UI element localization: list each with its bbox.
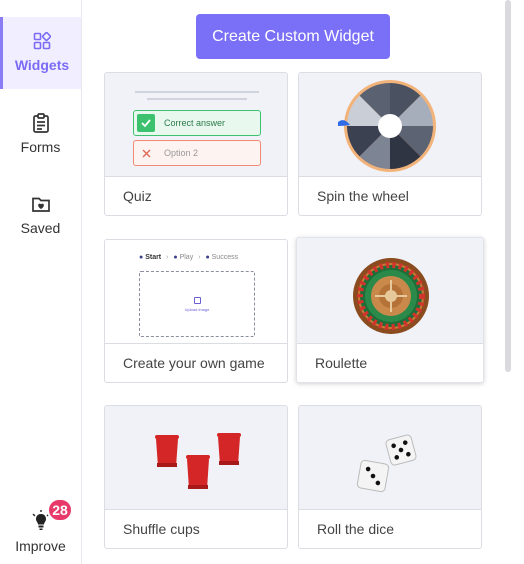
dice-icon xyxy=(356,434,417,493)
card-title: Roll the dice xyxy=(317,521,395,537)
wheel-icon xyxy=(338,80,436,172)
card-title: Shuffle cups xyxy=(123,521,200,537)
widget-card-roulette[interactable]: Roulette xyxy=(296,237,484,383)
widget-card-shuffle-cups[interactable]: Shuffle cups xyxy=(104,405,288,549)
roulette-wheel-icon xyxy=(353,258,429,334)
custom-game-preview: ● Start › ● Play › ● Success Upload imag… xyxy=(105,240,287,344)
cross-icon xyxy=(137,144,155,162)
sidebar-item-label: Forms xyxy=(20,139,61,155)
correct-answer-option: Correct answer xyxy=(133,110,261,136)
game-steps: ● Start › ● Play › ● Success xyxy=(139,254,239,261)
card-title: Roulette xyxy=(315,355,368,371)
card-title: Spin the wheel xyxy=(317,188,409,204)
spin-wheel-preview xyxy=(299,73,481,177)
clipboard-icon xyxy=(30,112,52,134)
sidebar-item-saved[interactable]: Saved xyxy=(0,193,81,236)
quiz-preview: Correct answer Option 2 xyxy=(105,73,287,177)
sidebar-item-label: Widgets xyxy=(14,57,70,73)
sidebar-item-forms[interactable]: Forms xyxy=(0,112,81,155)
checkmark-icon xyxy=(137,114,155,132)
improve-label: Improve xyxy=(15,538,66,554)
shuffle-cups-preview xyxy=(105,406,287,510)
scrollbar-thumb[interactable] xyxy=(505,0,511,372)
image-icon xyxy=(193,296,201,304)
upload-image-area: Upload image xyxy=(139,271,255,337)
widget-card-roll-the-dice[interactable]: Roll the dice xyxy=(298,405,482,549)
cups-icon xyxy=(155,433,241,489)
improve-button[interactable]: 28 Improve xyxy=(0,498,81,554)
card-title: Create your own game xyxy=(123,355,265,371)
sidebar-item-widgets[interactable]: Widgets xyxy=(0,17,81,89)
sidebar-item-label: Saved xyxy=(20,220,61,236)
widget-gallery: Create Custom Widget Correct answer Opti… xyxy=(83,0,504,564)
wrong-answer-option: Option 2 xyxy=(133,140,261,166)
card-title: Quiz xyxy=(123,188,152,204)
folder-heart-icon xyxy=(30,193,52,215)
sidebar: Widgets Forms Saved 28 Improve xyxy=(0,0,82,564)
create-custom-widget-button[interactable]: Create Custom Widget xyxy=(196,14,390,59)
roll-dice-preview xyxy=(299,406,481,510)
notification-badge: 28 xyxy=(47,498,73,522)
widgets-grid-icon xyxy=(31,30,53,52)
widget-card-spin-the-wheel[interactable]: Spin the wheel xyxy=(298,72,482,216)
widget-card-quiz[interactable]: Correct answer Option 2 Quiz xyxy=(104,72,288,216)
widget-card-create-your-own-game[interactable]: ● Start › ● Play › ● Success Upload imag… xyxy=(104,239,288,383)
roulette-preview xyxy=(297,238,483,344)
